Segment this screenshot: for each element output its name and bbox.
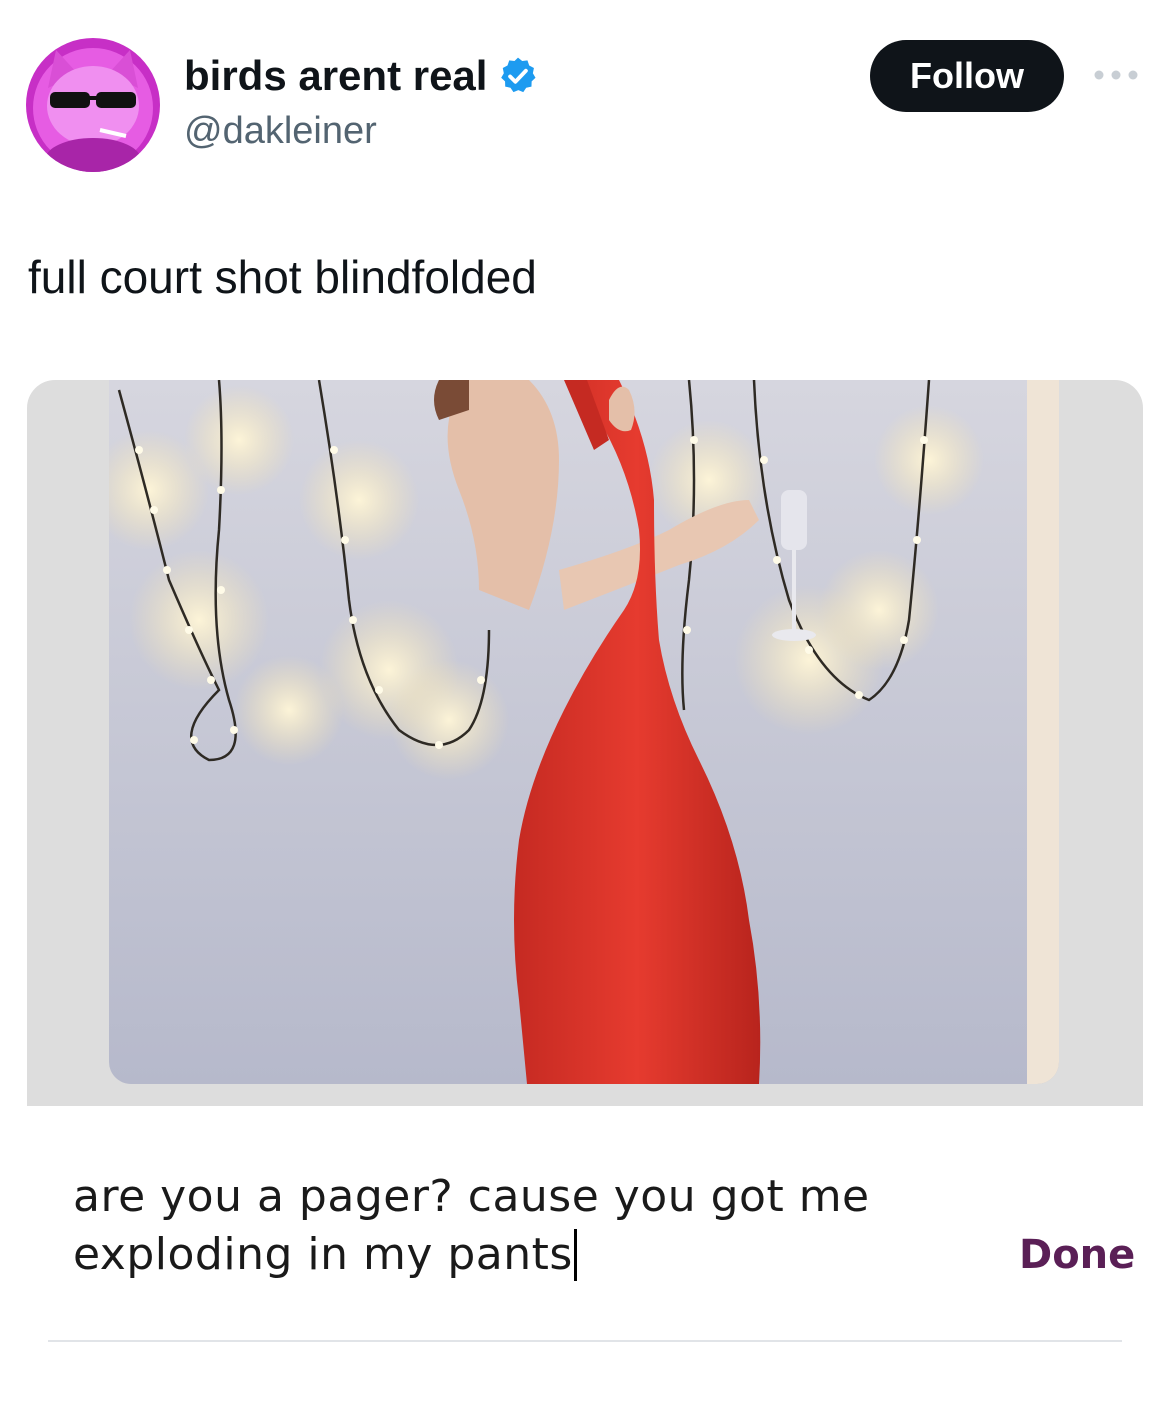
author-name[interactable]: birds arent real xyxy=(184,52,539,100)
author-handle[interactable]: @dakleiner xyxy=(184,110,377,153)
caption-line-2-wrap: exploding in my pants xyxy=(73,1226,933,1284)
more-options-button[interactable] xyxy=(1092,60,1140,90)
cat-avatar-icon xyxy=(26,38,160,172)
follow-button[interactable]: Follow xyxy=(870,40,1064,112)
divider xyxy=(48,1340,1122,1342)
caption-editor[interactable]: are you a pager? cause you got me explod… xyxy=(27,1106,1143,1342)
verified-badge-icon xyxy=(501,57,536,93)
caption-input[interactable]: are you a pager? cause you got me explod… xyxy=(73,1168,933,1284)
done-button[interactable]: Done xyxy=(1019,1232,1135,1278)
photo-red-dress-icon xyxy=(109,380,1059,1084)
more-dots-icon xyxy=(1094,70,1138,80)
tweet-text: full court shot blindfolded xyxy=(28,251,537,303)
caption-line-1: are you a pager? cause you got me xyxy=(73,1171,870,1222)
avatar[interactable] xyxy=(26,38,160,172)
photo[interactable] xyxy=(109,380,1059,1084)
text-cursor xyxy=(573,1229,577,1281)
caption-line-2: exploding in my pants xyxy=(73,1229,573,1280)
display-name-text: birds arent real xyxy=(184,52,488,99)
media-card[interactable] xyxy=(27,380,1143,1106)
